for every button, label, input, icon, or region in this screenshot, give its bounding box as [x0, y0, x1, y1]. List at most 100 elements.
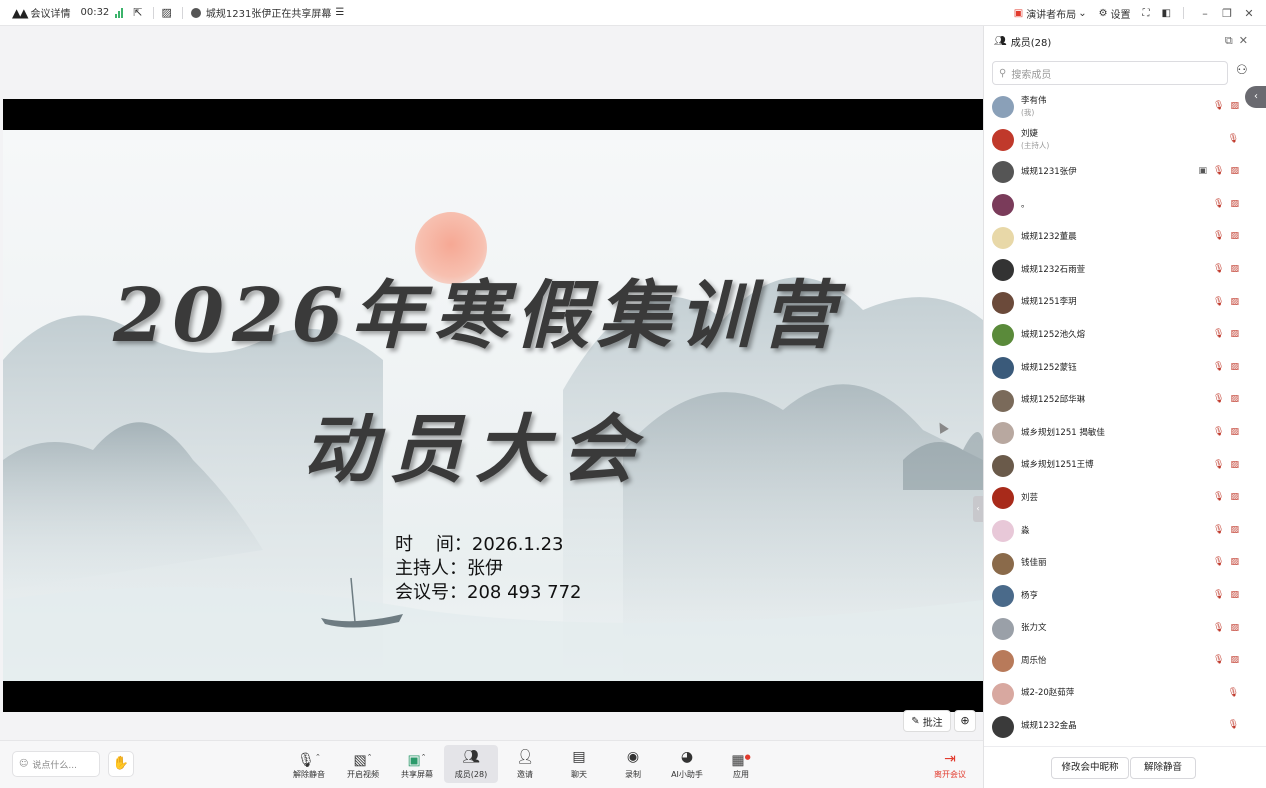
- member-row[interactable]: 城2-20赵茹萍 🎙︎: [984, 678, 1266, 711]
- annotate-button[interactable]: ✎ 批注: [903, 710, 951, 732]
- member-row[interactable]: 城规1232石雨萱 🎙︎ ▨: [984, 254, 1266, 287]
- camera-off-icon[interactable]: ▨: [1230, 623, 1239, 633]
- chat-button[interactable]: ▤ 聊天: [552, 745, 606, 783]
- member-row[interactable]: 钱佳丽 🎙︎ ▨: [984, 547, 1266, 580]
- member-name-block: 。: [1021, 200, 1030, 211]
- mic-muted-icon[interactable]: 🎙︎: [1213, 166, 1224, 176]
- presentation-slide: 2026年寒假集训营 动员大会 时 间：2026.1.23 主持人：张伊 会议号…: [3, 130, 983, 681]
- mic-muted-icon[interactable]: 🎙︎: [1213, 231, 1224, 241]
- camera-off-icon[interactable]: ▨: [1230, 166, 1239, 176]
- letterbox-bottom: [3, 681, 983, 712]
- quick-chat-input[interactable]: ☺ 说点什么...: [12, 751, 100, 777]
- mic-muted-icon[interactable]: 🎙︎: [1228, 720, 1239, 730]
- member-name: 钱佳丽: [1021, 558, 1047, 569]
- invite-button[interactable]: 👤︎ 邀请: [498, 745, 552, 783]
- raise-hand-icon[interactable]: ✋: [108, 751, 134, 777]
- member-row[interactable]: 城规1231张伊 ▣ 🎙︎ ▨: [984, 156, 1266, 189]
- camera-off-icon[interactable]: ▨: [1230, 492, 1239, 502]
- mic-muted-icon[interactable]: 🎙︎: [1228, 688, 1239, 698]
- camera-off-icon[interactable]: ▨: [1230, 199, 1239, 209]
- member-row[interactable]: 刘芸 🎙︎ ▨: [984, 482, 1266, 515]
- mic-muted-icon[interactable]: 🎙︎: [1213, 264, 1224, 274]
- member-row[interactable]: 周乐怡 🎙︎ ▨: [984, 645, 1266, 678]
- add-member-icon[interactable]: ⚇: [1236, 63, 1248, 78]
- close-icon[interactable]: ✕: [1239, 34, 1254, 47]
- leave-meeting-button[interactable]: ⇥ 离开会议: [926, 747, 974, 783]
- share-screen-button[interactable]: ▣⌃ 共享屏幕: [390, 745, 444, 783]
- mic-muted-icon[interactable]: 🎙︎: [1228, 134, 1239, 144]
- member-row[interactable]: 城规1251李玥 🎙︎ ▨: [984, 287, 1266, 320]
- rename-button[interactable]: 修改会中昵称: [1051, 757, 1129, 779]
- camera-off-icon[interactable]: ▨: [1230, 394, 1239, 404]
- settings-button[interactable]: ⚙ 设置: [1099, 6, 1131, 21]
- camera-off-icon[interactable]: ▨: [1230, 264, 1239, 274]
- camera-off-icon[interactable]: ▨: [1230, 427, 1239, 437]
- layout-dropdown[interactable]: ▣ 演讲者布局 ⌄: [1014, 6, 1087, 21]
- camera-off-icon[interactable]: ▨: [1230, 101, 1239, 111]
- member-row[interactable]: 城规1252池久熔 🎙︎ ▨: [984, 319, 1266, 352]
- mic-muted-icon[interactable]: 🎙︎: [1213, 623, 1224, 633]
- sidebar-toggle-icon[interactable]: ◧: [1162, 8, 1171, 19]
- minimize-icon[interactable]: –: [1196, 7, 1214, 20]
- camera-off-icon[interactable]: ▨: [1230, 525, 1239, 535]
- record-button[interactable]: ◉ 录制: [606, 745, 660, 783]
- camera-off-icon[interactable]: ▨: [1230, 590, 1239, 600]
- unmute-button[interactable]: 🎙︎⌃ 解除静音: [282, 745, 336, 783]
- start-video-button[interactable]: ▧⌃ 开启视频: [336, 745, 390, 783]
- popout-icon[interactable]: ⧉: [1225, 34, 1239, 47]
- mic-muted-icon[interactable]: 🎙︎: [1213, 101, 1224, 111]
- member-name: 刘婕: [1021, 128, 1039, 139]
- zoom-in-icon[interactable]: ⊕: [954, 710, 976, 732]
- camera-off-icon[interactable]: ▨: [1230, 655, 1239, 665]
- member-row[interactable]: 杨亨 🎙︎ ▨: [984, 580, 1266, 613]
- restore-icon[interactable]: ❐: [1218, 7, 1236, 20]
- camera-off-icon[interactable]: ▨: [1230, 557, 1239, 567]
- mic-muted-icon[interactable]: 🎙︎: [1213, 525, 1224, 535]
- stop-share-icon[interactable]: ▨: [162, 6, 172, 19]
- unmute-all-button[interactable]: 解除静音: [1130, 757, 1196, 779]
- member-row[interactable]: 李有伟 (我) 🎙︎ ▨: [984, 91, 1266, 124]
- member-row[interactable]: 淼 🎙︎ ▨: [984, 515, 1266, 548]
- camera-off-icon[interactable]: ▨: [1230, 329, 1239, 339]
- mic-muted-icon[interactable]: 🎙︎: [1213, 199, 1224, 209]
- fullscreen-icon[interactable]: ⛶: [1143, 8, 1150, 19]
- mic-muted-icon[interactable]: 🎙︎: [1213, 394, 1224, 404]
- mic-muted-icon[interactable]: 🎙︎: [1213, 492, 1224, 502]
- members-button[interactable]: 👥︎ 成员(28): [444, 745, 498, 783]
- ai-assistant-button[interactable]: ◕ AI小助手: [660, 745, 714, 783]
- mic-muted-icon[interactable]: 🎙︎: [1213, 297, 1224, 307]
- member-row[interactable]: 城乡规划1251王博 🎙︎ ▨: [984, 450, 1266, 483]
- camera-off-icon[interactable]: ▨: [1230, 297, 1239, 307]
- meeting-details-link[interactable]: 会议详情: [30, 5, 70, 20]
- sharing-menu-icon[interactable]: ☰: [335, 7, 344, 18]
- network-signal-icon[interactable]: [115, 7, 124, 18]
- member-status-icons: 🎙︎: [1228, 720, 1239, 730]
- mic-muted-icon[interactable]: 🎙︎: [1213, 590, 1224, 600]
- mic-muted-icon[interactable]: 🎙︎: [1213, 655, 1224, 665]
- mic-muted-icon[interactable]: 🎙︎: [1213, 460, 1224, 470]
- member-row[interactable]: 刘婕 (主持人) 🎙︎: [984, 124, 1266, 157]
- member-row[interactable]: 城规1232董晨 🎙︎ ▨: [984, 221, 1266, 254]
- mic-muted-icon[interactable]: 🎙︎: [1213, 427, 1224, 437]
- member-status-icons: 🎙︎ ▨: [1213, 297, 1239, 307]
- member-row[interactable]: 张力文 🎙︎ ▨: [984, 613, 1266, 646]
- close-icon[interactable]: ✕: [1240, 7, 1258, 20]
- member-row[interactable]: 城规1232金晶 🎙︎: [984, 710, 1266, 743]
- mic-muted-icon[interactable]: 🎙︎: [1213, 362, 1224, 372]
- member-row[interactable]: 城规1252蒙钰 🎙︎ ▨: [984, 352, 1266, 385]
- members-panel: 👥︎ 成员(28) ⧉✕ ⚲ 搜索成员 ⚇ ‹ 李有伟 (我) 🎙︎ ▨ 刘婕 (主持人)…: [983, 26, 1266, 788]
- member-row[interactable]: 。 🎙︎ ▨: [984, 189, 1266, 222]
- expand-panel-handle[interactable]: ‹: [973, 496, 983, 522]
- member-row[interactable]: 城规1252邱华琳 🎙︎ ▨: [984, 384, 1266, 417]
- apps-button[interactable]: ▦● 应用: [714, 745, 768, 783]
- camera-off-icon[interactable]: ▨: [1230, 362, 1239, 372]
- camera-off-icon[interactable]: ▨: [1230, 460, 1239, 470]
- mic-muted-icon[interactable]: 🎙︎: [1213, 329, 1224, 339]
- mic-muted-icon[interactable]: 🎙︎: [1213, 557, 1224, 567]
- member-row[interactable]: 城乡规划1251 揭敏佳 🎙︎ ▨: [984, 417, 1266, 450]
- camera-off-icon[interactable]: ▨: [1230, 231, 1239, 241]
- open-external-icon[interactable]: ⇱: [133, 6, 142, 19]
- member-name-block: 城规1252池久熔: [1021, 330, 1085, 341]
- emoji-icon[interactable]: ☺: [19, 759, 28, 769]
- member-search-input[interactable]: ⚲ 搜索成员: [992, 61, 1228, 85]
